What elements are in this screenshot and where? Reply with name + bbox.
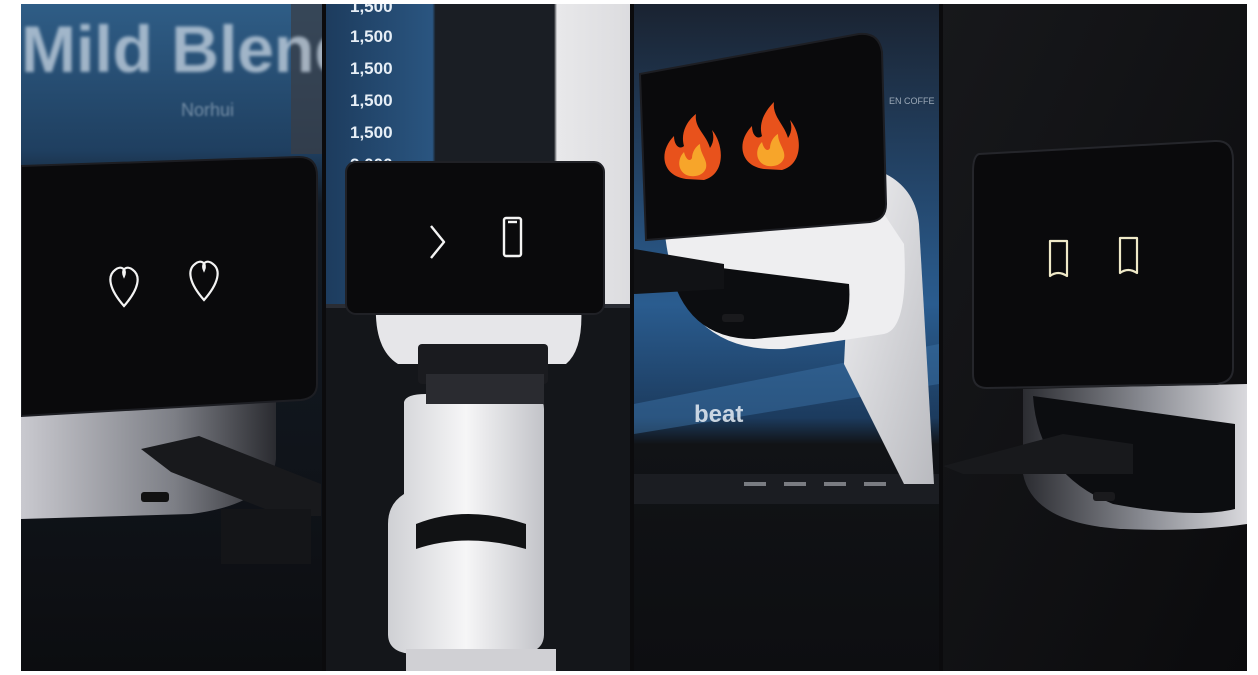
photo-panel-1: Mild Blend Norhui xyxy=(21,4,322,671)
robot-screen xyxy=(972,139,1234,390)
robot-screen xyxy=(21,155,318,418)
price-item: 1,500 xyxy=(350,4,393,16)
menu-fragment: EN COFFE xyxy=(889,96,935,106)
panel-1-scene: Mild Blend Norhui xyxy=(21,4,322,671)
panel-4-scene xyxy=(943,4,1247,671)
robot-port xyxy=(141,492,169,502)
price-item: 1,500 xyxy=(350,91,393,110)
price-item: 1,500 xyxy=(350,59,393,78)
photo-panel-2: 1,500 1,500 1,500 1,500 1,500 2,000 xyxy=(326,4,630,671)
panel-3-scene: beat EN COFFE xyxy=(634,4,939,671)
photo-panel-3: beat EN COFFE xyxy=(634,4,939,671)
price-item: 1,500 xyxy=(350,123,393,142)
photo-panel-4 xyxy=(943,4,1247,671)
sign-title: Mild Blend xyxy=(21,12,322,86)
panel-2-scene: 1,500 1,500 1,500 1,500 1,500 2,000 xyxy=(326,4,630,671)
price-item: 1,500 xyxy=(350,27,393,46)
sign-subtitle: Norhui xyxy=(181,100,234,120)
robot-screen xyxy=(345,161,605,315)
sign-brand: beat xyxy=(694,401,743,428)
